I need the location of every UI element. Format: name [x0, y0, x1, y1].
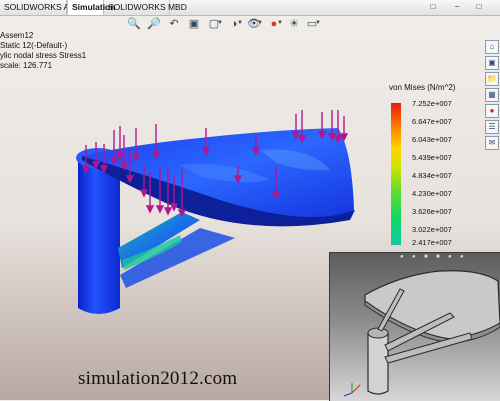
view-palette-icon[interactable]: ▦: [485, 88, 499, 102]
load-arrow: [115, 126, 125, 161]
chevron-down-icon[interactable]: ▼: [237, 20, 243, 26]
magnify-icon[interactable]: 🔍: [126, 16, 142, 32]
study-info: Assem12 Static 12(-Default-) ylic nodal …: [0, 31, 86, 71]
scene-icon[interactable]: ☀: [286, 16, 302, 32]
plot-type: ylic nodal stress Stress1: [0, 51, 87, 60]
assembly-name: Assem12: [0, 31, 34, 40]
chevron-down-icon[interactable]: ▼: [257, 20, 263, 26]
deformation-scale: scale: 126.771: [0, 61, 53, 70]
maximize-window-icon[interactable]: □: [473, 2, 485, 12]
legend-value: 6.043e+007: [412, 135, 452, 144]
task-pane: ⌂ ▣ 📁 ▦ ● ☰ ✉: [484, 35, 500, 150]
inset-triad: [351, 384, 361, 394]
inset-triad: [343, 392, 353, 397]
design-library-icon[interactable]: ▣: [485, 56, 499, 70]
file-explorer-icon[interactable]: 📁: [485, 72, 499, 86]
forum-icon[interactable]: ✉: [485, 136, 499, 150]
column: [78, 162, 120, 314]
chevron-down-icon[interactable]: ▼: [277, 20, 283, 26]
legend-value: 5.439e+007: [412, 153, 452, 162]
chevron-down-icon[interactable]: ▼: [315, 20, 321, 26]
tab-solidworks-mbd[interactable]: SOLIDWORKS MBD: [104, 0, 187, 15]
section-view-icon[interactable]: ▣: [186, 16, 202, 32]
load-arrow: [297, 110, 307, 144]
previous-view-icon[interactable]: ↶: [166, 16, 182, 32]
appearances-icon[interactable]: ●: [485, 104, 499, 118]
load-arrow: [317, 112, 327, 140]
inset-plate: [364, 270, 500, 340]
load-arrow: [151, 124, 161, 160]
chevron-down-icon[interactable]: ▼: [217, 20, 223, 26]
home-icon[interactable]: ⌂: [485, 40, 499, 54]
inset-column: [367, 332, 389, 395]
legend-value: 6.647e+007: [412, 117, 452, 126]
legend-value: 4.230e+007: [412, 189, 452, 198]
legend-value: 4.834e+007: [412, 171, 452, 180]
legend-value: 7.252e+007: [412, 99, 452, 108]
load-arrow: [109, 130, 119, 166]
study-name: Static 12(-Default-): [0, 41, 68, 50]
tab-simulation[interactable]: Simulation: [67, 0, 115, 15]
tab-solidworks-add-ins[interactable]: SOLIDWORKS Add-Ins: [0, 0, 93, 15]
load-arrow: [333, 110, 343, 144]
load-arrow: [339, 116, 349, 142]
legend-title: von Mises (N/m^2): [389, 83, 456, 92]
inset-model-view: ● ● ■ ■ ● ●: [329, 252, 500, 401]
load-arrow: [131, 128, 141, 162]
legend-colorbar: [391, 103, 401, 245]
zoom-area-icon[interactable]: 🔎: [146, 16, 162, 32]
minimize-window-icon[interactable]: −: [451, 2, 463, 12]
legend-value: 3.626e+007: [412, 207, 452, 216]
watermark-text: simulation2012.com: [78, 368, 238, 389]
custom-properties-icon[interactable]: ☰: [485, 120, 499, 134]
inset-bracket-model: [343, 270, 500, 397]
legend-value: 2.417e+007: [412, 238, 452, 247]
restore-window-icon[interactable]: □: [427, 2, 439, 12]
command-manager-tabs: SOLIDWORKS Add-Ins Simulation SOLIDWORKS…: [0, 0, 500, 16]
legend-value: 3.022e+007: [412, 225, 452, 234]
load-arrow: [291, 114, 301, 140]
